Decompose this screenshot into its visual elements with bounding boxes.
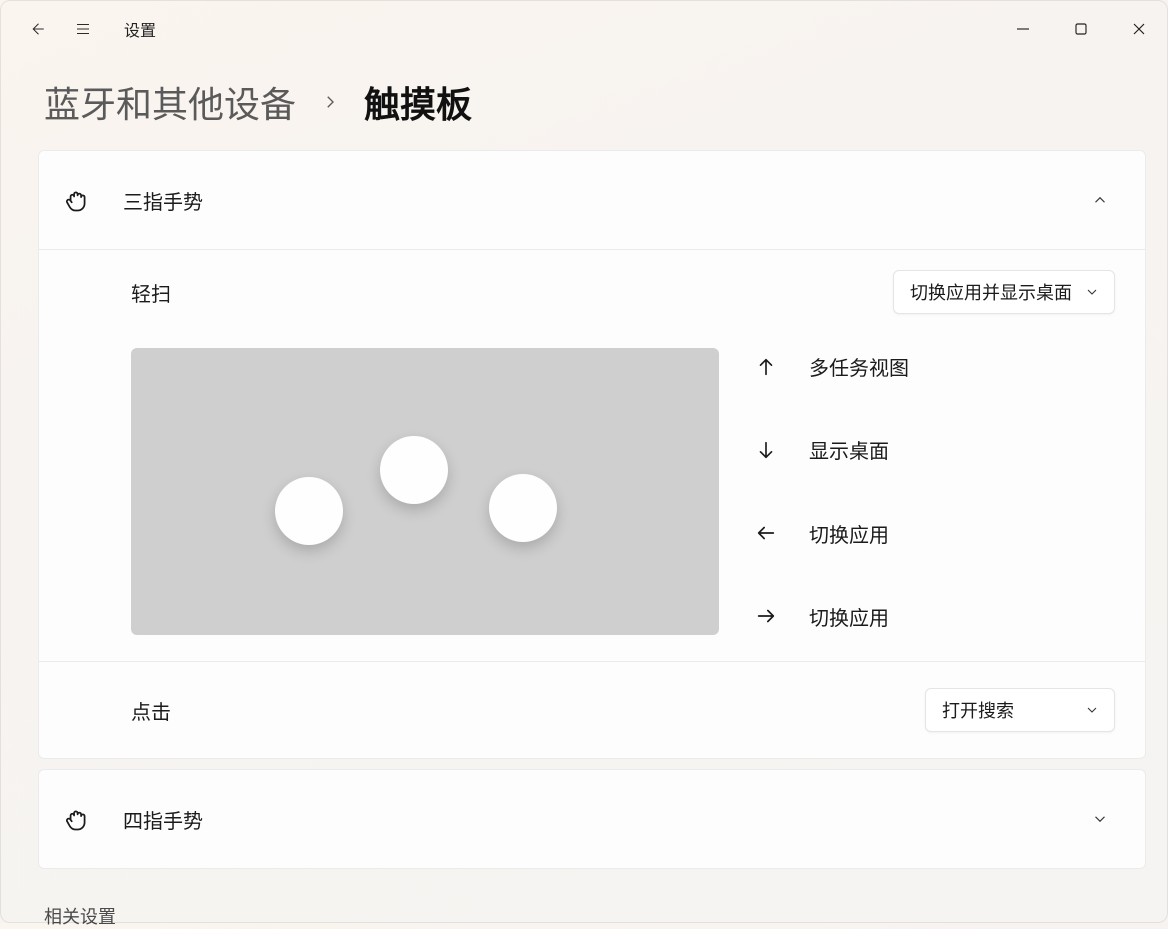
swipe-detail: 多任务视图 显示桌面 切换应用 <box>39 334 1145 661</box>
arrow-left-icon <box>753 520 779 546</box>
breadcrumb: 蓝牙和其他设备 触摸板 <box>0 58 1168 150</box>
tap-row: 点击 打开搜索 <box>39 661 1145 758</box>
close-button[interactable] <box>1110 0 1168 58</box>
gesture-dot <box>489 474 557 542</box>
swipe-left-item: 切换应用 <box>753 519 909 548</box>
swipe-up-item: 多任务视图 <box>753 352 909 381</box>
titlebar: 设置 <box>0 0 1168 58</box>
arrow-right-icon <box>753 603 779 629</box>
four-finger-gestures-card: 四指手势 <box>38 769 1146 869</box>
four-finger-expander-header[interactable]: 四指手势 <box>39 770 1145 868</box>
four-finger-title: 四指手势 <box>123 805 203 834</box>
hand-icon <box>63 186 91 214</box>
gesture-dot <box>275 477 343 545</box>
tap-dropdown-value: 打开搜索 <box>942 697 1014 723</box>
related-settings-heading: 相关设置 <box>44 903 116 929</box>
swipe-direction-list: 多任务视图 显示桌面 切换应用 <box>753 348 909 635</box>
gesture-dot <box>380 436 448 504</box>
three-finger-expander-body: 轻扫 切换应用并显示桌面 <box>39 249 1145 758</box>
swipe-left-label: 切换应用 <box>809 519 889 548</box>
chevron-up-icon <box>1085 185 1115 215</box>
tap-label: 点击 <box>131 696 171 725</box>
minimize-button[interactable] <box>994 0 1052 58</box>
app-title: 设置 <box>124 17 156 41</box>
hamburger-menu-button[interactable] <box>60 6 106 52</box>
chevron-down-icon <box>1084 702 1100 718</box>
three-finger-gestures-card: 三指手势 轻扫 切换应用并显示桌面 <box>38 150 1146 759</box>
swipe-up-label: 多任务视图 <box>809 352 909 381</box>
three-finger-title: 三指手势 <box>123 186 203 215</box>
swipe-row: 轻扫 切换应用并显示桌面 <box>39 250 1145 334</box>
swipe-label: 轻扫 <box>131 278 171 307</box>
hand-icon <box>63 805 91 833</box>
chevron-down-icon <box>1085 804 1115 834</box>
swipe-down-label: 显示桌面 <box>809 435 889 464</box>
gesture-illustration <box>131 348 719 635</box>
swipe-dropdown[interactable]: 切换应用并显示桌面 <box>893 270 1115 314</box>
tap-dropdown[interactable]: 打开搜索 <box>925 688 1115 732</box>
breadcrumb-parent[interactable]: 蓝牙和其他设备 <box>44 76 296 128</box>
three-finger-expander-header[interactable]: 三指手势 <box>39 151 1145 249</box>
content: 三指手势 轻扫 切换应用并显示桌面 <box>0 150 1168 869</box>
page-title: 触摸板 <box>364 76 472 128</box>
swipe-right-item: 切换应用 <box>753 602 909 631</box>
window-controls <box>994 0 1168 58</box>
swipe-dropdown-value: 切换应用并显示桌面 <box>910 279 1072 305</box>
arrow-up-icon <box>753 354 779 380</box>
swipe-down-item: 显示桌面 <box>753 435 909 464</box>
chevron-right-icon <box>314 86 346 118</box>
maximize-button[interactable] <box>1052 0 1110 58</box>
back-button[interactable] <box>14 6 60 52</box>
arrow-down-icon <box>753 437 779 463</box>
chevron-down-icon <box>1084 284 1100 300</box>
swipe-right-label: 切换应用 <box>809 602 889 631</box>
